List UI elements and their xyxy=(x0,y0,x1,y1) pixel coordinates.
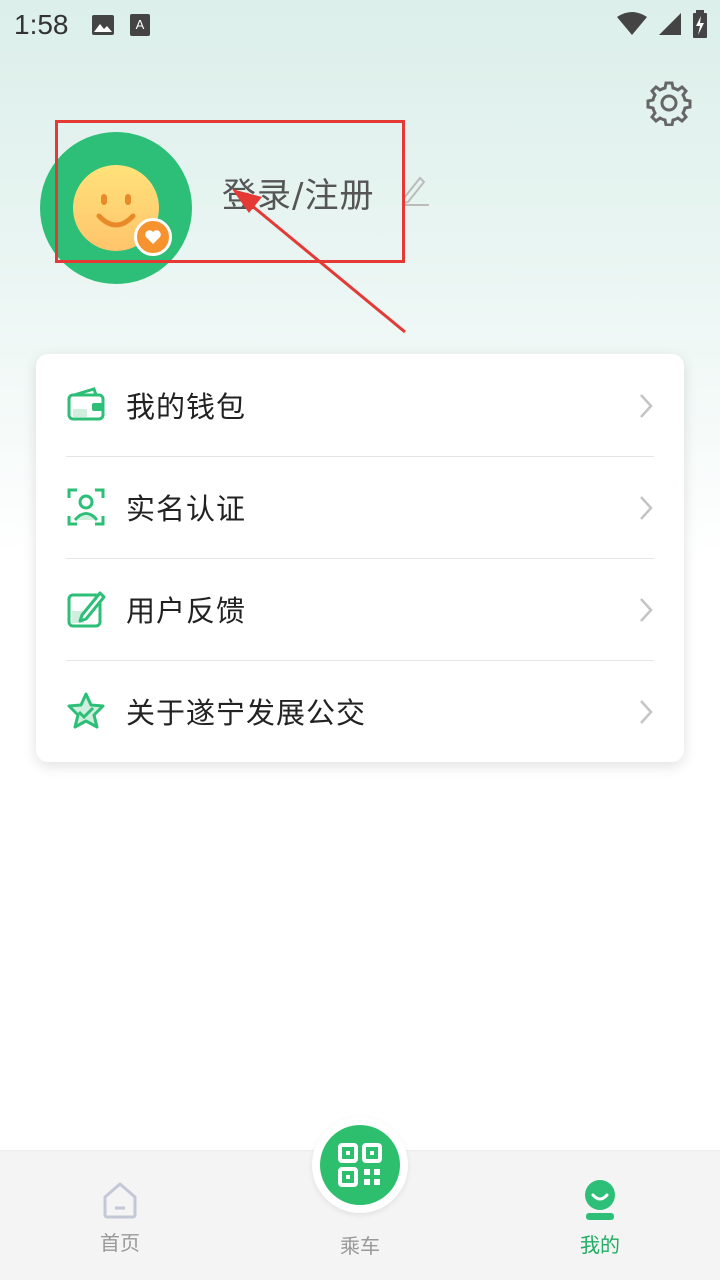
chevron-right-icon xyxy=(640,700,653,724)
chevron-right-icon xyxy=(640,496,653,520)
login-register-link[interactable]: 登录/注册 xyxy=(222,168,374,217)
svg-text:A: A xyxy=(135,17,144,32)
nav-mine[interactable]: 我的 xyxy=(530,1151,670,1280)
menu-item-label: 用户反馈 xyxy=(126,594,247,628)
settings-button[interactable] xyxy=(646,80,692,127)
qr-code-icon xyxy=(338,1143,382,1187)
menu-item-feedback[interactable]: 用户反馈 xyxy=(36,558,684,660)
star-check-icon xyxy=(67,692,105,729)
menu-item-label: 实名认证 xyxy=(126,492,247,526)
home-icon xyxy=(103,1182,137,1219)
battery-charging-icon xyxy=(693,10,707,38)
chevron-right-icon xyxy=(640,598,653,622)
feedback-edit-icon xyxy=(67,591,106,628)
wifi-icon xyxy=(617,12,647,35)
edit-pencil-icon[interactable] xyxy=(400,172,430,206)
menu-item-label: 关于遂宁发展公交 xyxy=(126,696,367,730)
menu-item-wallet[interactable]: 我的钱包 xyxy=(36,354,684,456)
status-time: 1:58 xyxy=(14,9,69,40)
nav-ride-inner xyxy=(320,1125,400,1205)
status-bar: 1:58 A xyxy=(0,0,720,50)
nav-ride-button[interactable] xyxy=(312,1117,408,1213)
menu-card: 我的钱包 实名认证 用户反馈 关于遂宁发展公交 xyxy=(36,354,684,762)
chevron-right-icon xyxy=(640,394,653,418)
wallet-icon xyxy=(67,387,105,421)
nav-home-label: 首页 xyxy=(100,1231,140,1255)
menu-item-real-name-auth[interactable]: 实名认证 xyxy=(36,456,684,558)
gallery-icon xyxy=(91,15,114,35)
nav-mine-label: 我的 xyxy=(580,1233,620,1257)
user-smile-icon xyxy=(585,1180,615,1220)
font-app-icon: A xyxy=(129,14,150,36)
face-id-icon xyxy=(67,488,105,526)
heart-icon xyxy=(145,230,161,244)
nav-ride-label: 乘车 xyxy=(340,1234,380,1258)
menu-item-label: 我的钱包 xyxy=(126,390,247,424)
avatar[interactable] xyxy=(40,132,192,284)
nav-home[interactable]: 首页 xyxy=(50,1151,190,1280)
avatar-badge xyxy=(134,218,172,256)
menu-item-about[interactable]: 关于遂宁发展公交 xyxy=(36,660,684,762)
signal-icon xyxy=(659,13,681,35)
gear-icon xyxy=(646,81,692,127)
